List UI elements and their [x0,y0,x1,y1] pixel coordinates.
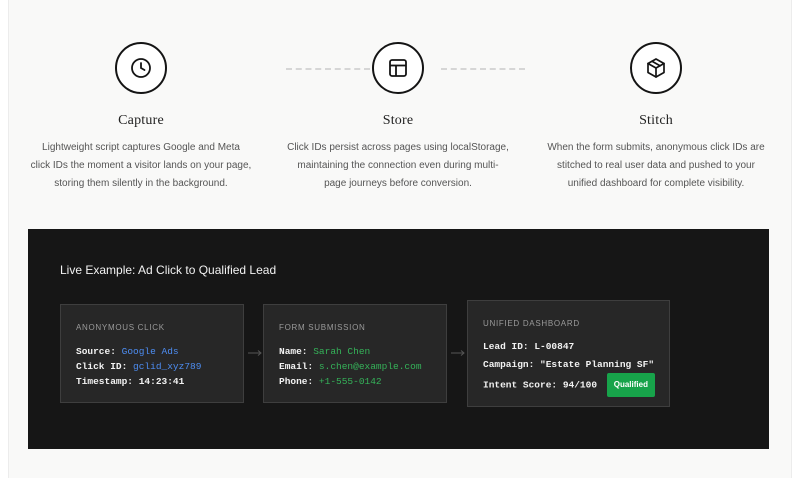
arrow-right-icon [451,350,465,356]
card-fields: Lead ID: L-00847 Campaign: "Estate Plann… [483,338,655,397]
step-description-line: page journeys before conversion. [324,178,472,189]
field-label: Phone: [279,376,314,387]
field-label: Source: [76,346,116,357]
card-heading: UNIFIED DASHBOARD [483,319,580,328]
field-label: Lead ID: [483,341,529,352]
field-label: Campaign: [483,358,535,370]
phone-value: +1-555-0142 [318,376,382,387]
field-label: Name: [279,346,308,357]
field-label: Click ID: [76,361,128,372]
step-description-line: Lightweight script captures Google and M… [42,142,240,153]
name-row: Name: Sarah Chen [279,344,422,359]
name-value: Sarah Chen [313,346,371,357]
card-heading: FORM SUBMISSION [279,323,366,332]
step-description-line: storing them silently in the background. [54,178,228,189]
field-label: Email: [279,361,314,372]
step-store: Store Click IDs persist across pages usi… [278,42,518,193]
step-description-line: Click IDs persist across pages using loc… [287,142,509,153]
phone-row: Phone: +1-555-0142 [279,374,422,389]
unified-dashboard-card: UNIFIED DASHBOARD Lead ID: L-00847 Campa… [467,300,670,407]
clock-icon [115,42,167,94]
step-description: Click IDs persist across pages using loc… [278,139,518,193]
field-label: Intent Score: [483,379,558,391]
source-row: Source: Google Ads [76,344,201,359]
campaign-value: "Estate Planning SF" [540,358,655,370]
card-fields: Name: Sarah Chen Email: s.chen@example.c… [279,344,422,389]
qualified-badge: Qualified [606,373,655,397]
step-title: Store [382,113,414,128]
click-id-row: Click ID: gclid_xyz789 [76,359,201,374]
step-description-line: stitched to real user data and pushed to… [557,160,755,171]
card-heading: ANONYMOUS CLICK [76,323,165,332]
lead-id-row: Lead ID: L-00847 [483,338,655,356]
page-background: Capture Lightweight script captures Goog… [8,0,792,478]
timestamp-row: Timestamp: 14:23:41 [76,374,201,389]
step-description-line: When the form submits, anonymous click I… [547,142,765,153]
package-cube-icon [630,42,682,94]
timestamp-value: 14:23:41 [138,376,185,387]
step-title: Capture [118,113,164,128]
arrow-right-icon [248,350,262,356]
click-id-value: gclid_xyz789 [133,361,202,372]
live-example-panel: Live Example: Ad Click to Qualified Lead… [28,229,769,449]
intent-score-row: Intent Score: 94/100 Qualified [483,373,655,397]
intent-score-value: 94/100 [562,379,598,391]
step-description: Lightweight script captures Google and M… [21,139,261,193]
step-description-line: unified dashboard for complete visibilit… [567,178,745,189]
live-example-title: Live Example: Ad Click to Qualified Lead [60,263,277,277]
layout-grid-icon [372,42,424,94]
field-label: Timestamp: [76,376,134,387]
card-fields: Source: Google Ads Click ID: gclid_xyz78… [76,344,201,389]
step-title: Stitch [639,113,673,128]
source-value: Google Ads [121,346,179,357]
email-row: Email: s.chen@example.com [279,359,422,374]
how-it-works-steps: Capture Lightweight script captures Goog… [9,0,793,210]
step-capture: Capture Lightweight script captures Goog… [21,42,261,193]
lead-id-value: L-00847 [534,341,575,352]
form-submission-card: FORM SUBMISSION Name: Sarah Chen Email: … [263,304,447,403]
step-description-line: click IDs the moment a visitor lands on … [30,160,252,171]
step-description: When the form submits, anonymous click I… [536,139,776,193]
campaign-row: Campaign: "Estate Planning SF" [483,356,655,374]
email-value: s.chen@example.com [318,361,422,372]
step-stitch: Stitch When the form submits, anonymous … [536,42,776,193]
anonymous-click-card: ANONYMOUS CLICK Source: Google Ads Click… [60,304,244,403]
step-description-line: maintaining the connection even during m… [297,160,499,171]
